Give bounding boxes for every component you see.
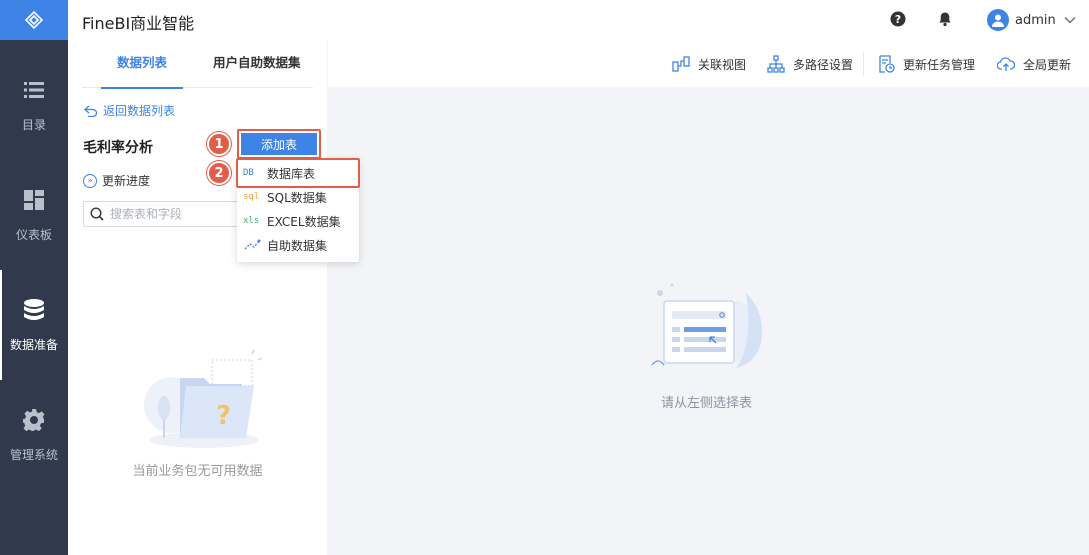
left-nav: 目录 仪表板 数据准备 管理系统: [0, 0, 68, 555]
main-area: 请从左侧选择表: [328, 87, 1089, 555]
add-table-highlight: 添加表: [237, 129, 321, 159]
package-title: 毛利率分析: [83, 140, 153, 156]
list-icon: [22, 78, 46, 102]
menu-item-label: EXCEL数据集: [267, 214, 341, 229]
nav-label: 仪表板: [15, 227, 52, 242]
toolbar-divider: [863, 52, 864, 76]
empty-left-text: 当前业务包无可用数据: [132, 464, 263, 479]
select-table-illustration: [651, 283, 762, 368]
menu-item-label: 自助数据集: [267, 238, 328, 253]
cloud-update-icon: [997, 57, 1015, 71]
tab-data-list[interactable]: 数据列表: [100, 40, 184, 89]
svg-text:?: ?: [895, 13, 901, 26]
avatar: [987, 9, 1009, 31]
search-box[interactable]: [83, 201, 243, 227]
relation-view-icon: [672, 56, 690, 72]
svg-text:?: ?: [216, 401, 231, 431]
empty-folder-illustration: ?: [144, 350, 263, 448]
nav-label: 目录: [21, 117, 46, 132]
update-progress-button[interactable]: » 更新进度: [83, 172, 150, 189]
gear-icon: [22, 408, 46, 432]
nav-item-admin[interactable]: 管理系统: [0, 380, 68, 490]
database-icon: [22, 298, 46, 322]
step-marker-2: 2: [207, 161, 231, 185]
multipath-settings-button[interactable]: 多路径设置: [767, 55, 853, 73]
step-marker-1: 1: [207, 132, 231, 156]
right-toolbar: 关联视图 多路径设置 更新任务管理 全局更新: [328, 40, 1089, 87]
nav-item-data-prep[interactable]: 数据准备: [0, 270, 68, 380]
empty-main-text: 请从左侧选择表: [661, 396, 753, 411]
menu-item-self-service-dataset[interactable]: 自助数据集: [237, 233, 359, 257]
tab-self-service-dataset[interactable]: 用户自助数据集: [213, 40, 301, 88]
search-input[interactable]: [110, 207, 230, 221]
top-header: FineBI商业智能 ? admin: [68, 0, 1089, 40]
logo-icon: [24, 10, 44, 30]
menu-item-label: SQL数据集: [267, 190, 327, 205]
return-arrow-icon: [84, 105, 98, 117]
add-table-button[interactable]: 添加表: [241, 133, 317, 155]
nav-label: 数据准备: [9, 337, 58, 352]
help-icon[interactable]: ?: [890, 11, 906, 27]
task-manage-icon: [879, 55, 895, 73]
app-title: FineBI商业智能: [82, 14, 195, 33]
dashboard-icon: [22, 188, 46, 212]
app-logo[interactable]: [0, 0, 68, 40]
user-name: admin: [1015, 12, 1056, 28]
toolbar-label: 全局更新: [1023, 57, 1072, 72]
nav-label: 管理系统: [9, 447, 58, 462]
tab-bar: 数据列表 用户自助数据集: [82, 40, 313, 89]
toolbar-label: 多路径设置: [793, 57, 854, 72]
left-panel: 数据列表 用户自助数据集 返回数据列表 毛利率分析 » 更新进度 ? 当前业务包…: [68, 40, 327, 555]
self-dataset-icon: [244, 239, 261, 250]
toolbar-label: 关联视图: [698, 57, 747, 72]
progress-icon: »: [83, 173, 97, 188]
update-progress-label: 更新进度: [102, 174, 151, 188]
back-label: 返回数据列表: [103, 104, 176, 118]
xls-icon: xls: [243, 216, 260, 226]
user-menu[interactable]: admin: [987, 8, 1076, 32]
path-tree-icon: [767, 55, 785, 73]
relation-view-button[interactable]: 关联视图: [672, 55, 746, 73]
search-icon: [90, 207, 104, 221]
toolbar-label: 更新任务管理: [903, 57, 976, 72]
menu-item-sql-dataset[interactable]: sql SQL数据集: [237, 185, 359, 209]
database-table-highlight: [236, 158, 360, 188]
nav-item-catalog[interactable]: 目录: [0, 50, 68, 160]
bell-icon[interactable]: [937, 11, 953, 27]
global-update-button[interactable]: 全局更新: [997, 55, 1071, 73]
update-task-manage-button[interactable]: 更新任务管理: [877, 55, 975, 73]
sql-icon: sql: [243, 192, 260, 202]
chevron-down-icon: [1064, 17, 1076, 24]
back-to-list-link[interactable]: 返回数据列表: [84, 102, 175, 119]
nav-item-dashboard[interactable]: 仪表板: [0, 160, 68, 270]
menu-item-excel-dataset[interactable]: xls EXCEL数据集: [237, 209, 359, 233]
